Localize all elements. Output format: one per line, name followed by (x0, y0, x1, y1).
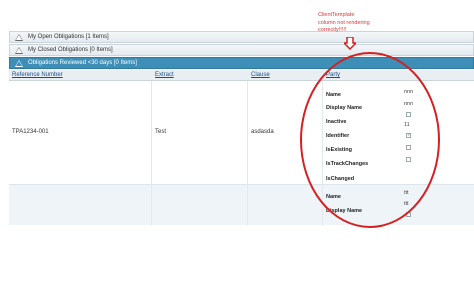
annotation-line: ClientTemplate (318, 12, 355, 18)
highlight-ellipse (300, 52, 440, 228)
down-arrow-icon (344, 37, 356, 50)
column-header-reference-number[interactable]: Reference Number (12, 72, 63, 78)
cell-reference-number: TPA1234-001 (12, 129, 49, 135)
group-label: My Open Obligations [1 Items] (28, 34, 109, 40)
group-label: My Closed Obligations [0 Items] (28, 47, 113, 53)
expand-triangle-icon[interactable] (15, 46, 23, 54)
group-closed-obligations[interactable]: My Closed Obligations [0 Items] (9, 44, 474, 56)
expand-triangle-icon[interactable] (15, 59, 23, 67)
annotation-line: column not rendering (318, 20, 370, 26)
expand-triangle-icon[interactable] (15, 33, 23, 41)
annotation-line: correctly!!!!! (318, 27, 347, 33)
cell-clause: asdasda (251, 129, 274, 135)
column-divider (247, 81, 248, 225)
cell-extract: Test (155, 129, 167, 135)
column-header-extract[interactable]: Extract (155, 72, 174, 78)
group-label: Obligations Reviewed <30 days [0 Items] (28, 60, 137, 66)
group-open-obligations[interactable]: My Open Obligations [1 Items] (9, 31, 474, 43)
column-header-clause[interactable]: Clause (251, 72, 270, 78)
column-divider (151, 81, 152, 225)
